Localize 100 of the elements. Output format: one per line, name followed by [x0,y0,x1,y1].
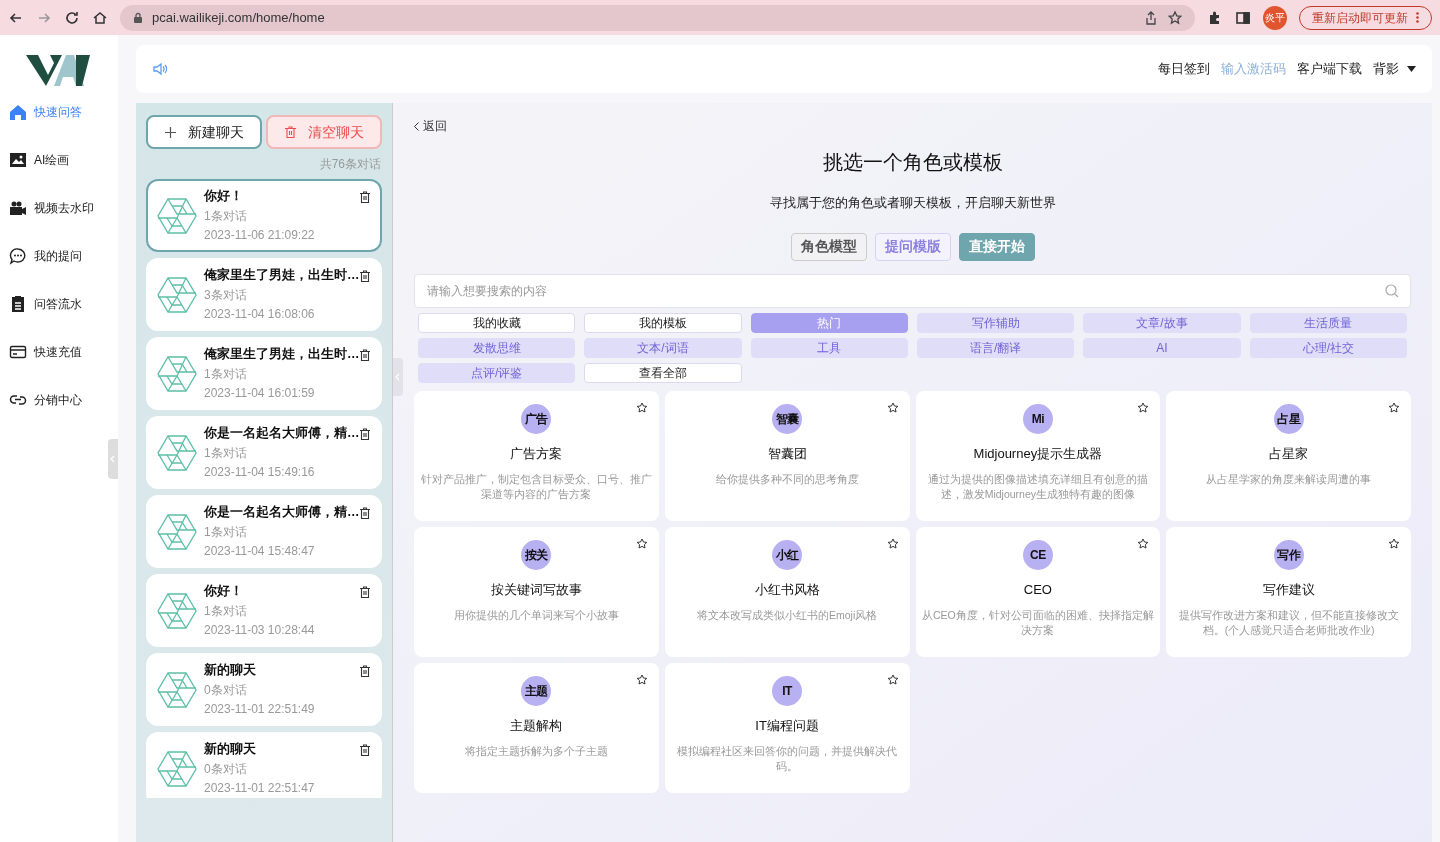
category-tag[interactable]: 我的模板 [584,312,742,333]
star-icon[interactable] [1388,537,1400,550]
template-title: 广告方案 [510,444,563,463]
video-camera-icon [9,199,27,217]
trash-icon[interactable] [360,190,370,203]
star-icon[interactable] [886,401,899,414]
sidebar-item[interactable]: AI绘画 [9,146,118,174]
chat-item[interactable]: 你好！ 1条对话 2023-11-03 10:28:44 [146,574,382,647]
category-tag[interactable]: 文章/故事 [1083,312,1241,333]
lock-icon [132,11,144,24]
category-tag[interactable]: 文本/词语 [584,337,742,358]
template-title: 写作建议 [1262,580,1315,599]
chat-item[interactable]: 俺家里生了男娃，出生时… 1条对话 2023-11-04 16:01:59 [146,337,382,410]
template-card[interactable]: 主题 主题解构 将指定主题拆解为多个子主题 [414,662,659,793]
template-card[interactable]: 写作 写作建议 提供写作改进方案和建议，但不能直接修改文档。(个人感觉只适合老师批改作业) [1166,526,1411,657]
category-tag[interactable]: 工具 [750,337,908,358]
category-tag[interactable]: 发散思维 [418,337,576,358]
trash-icon[interactable] [360,743,370,756]
chat-message-count: 0条对话 [204,681,248,699]
trash-icon[interactable] [360,664,370,677]
category-tag[interactable]: 语言/翻译 [917,337,1075,358]
profile-avatar[interactable]: 炎平 [1263,5,1287,30]
chat-message-count: 1条对话 [204,365,248,383]
new-chat-button[interactable]: 新建聊天 [146,115,262,149]
template-card[interactable]: IT IT编程问题 模拟编程社区来回答你的问题，并提供解决代码。 [664,662,910,793]
category-tag[interactable]: 查看全部 [584,362,742,383]
home-icon[interactable] [92,9,108,26]
sidebar-item[interactable]: 快速充值 [9,338,118,366]
star-icon[interactable] [886,537,899,550]
chat-time: 2023-11-04 16:08:06 [204,305,316,323]
star-icon[interactable] [1137,537,1150,550]
star-icon[interactable] [1167,9,1183,26]
chat-message-count: 1条对话 [204,444,248,462]
category-tag[interactable]: 点评/评鉴 [418,362,576,383]
trash-icon[interactable] [360,506,370,519]
category-tag[interactable]: AI [1083,337,1241,358]
sidebar-icon[interactable] [1235,9,1251,26]
collapse-handle[interactable] [108,439,118,479]
category-tag[interactable]: 我的收藏 [418,312,576,333]
share-icon[interactable] [1143,9,1159,26]
template-card[interactable]: Mi Midjourney提示生成器 通过为提供的图像描述填充详细且有创意的描述，激发Midjourney生成独特有趣的图像 [915,390,1161,521]
trash-icon[interactable] [360,585,370,598]
page-subtitle: 寻找属于您的角色或者聊天模板，开启聊天新世界 [769,194,1056,212]
sidebar-item[interactable]: 问答流水 [9,290,118,318]
sidebar-item[interactable]: 我的提问 [9,242,118,270]
plus-icon [164,126,176,138]
sidebar-item[interactable]: 分销中心 [9,386,118,414]
mode-button[interactable]: 角色模型 [790,232,867,261]
chat-item[interactable]: 新的聊天 0条对话 2023-11-01 22:51:47 [146,732,382,798]
star-icon[interactable] [635,537,648,550]
template-card[interactable]: 广告 广告方案 针对产品推广，制定包含目标受众、口号、推广渠道等内容的广告方案 [414,390,659,521]
chat-time: 2023-11-04 16:01:59 [204,384,316,402]
star-icon[interactable] [1388,401,1400,414]
template-card[interactable]: 按关 按关键词写故事 用你提供的几个单词来写个小故事 [414,526,659,657]
star-icon[interactable] [1137,401,1150,414]
hexagon-logo-icon [157,749,197,788]
collapse-handle[interactable] [393,358,403,396]
chat-title: 新的聊天 [204,741,257,759]
reload-icon[interactable] [64,9,80,26]
template-description: 给你提供多种不同的思考角度 [715,472,859,487]
speaker-icon[interactable] [152,61,168,77]
search-field[interactable]: 请输入想要搜索的内容 [414,273,1411,308]
trash-icon[interactable] [360,348,370,361]
template-card[interactable]: 智囊 智囊团 给你提供多种不同的思考角度 [664,390,910,521]
trash-icon[interactable] [360,269,370,282]
sidebar-item[interactable]: 视频去水印 [9,194,118,222]
star-icon[interactable] [635,673,648,686]
trash-icon[interactable] [360,427,370,440]
star-icon[interactable] [635,401,648,414]
star-icon[interactable] [886,673,899,686]
more-icon [1416,12,1419,23]
back-link[interactable]: 返回 [414,117,447,135]
chat-time: 2023-11-06 21:09:22 [204,226,316,244]
template-title: 按关键词写故事 [490,580,582,599]
chat-title: 你好！ [204,188,244,206]
chat-item[interactable]: 你是一名起名大师傅，精… 1条对话 2023-11-04 15:49:16 [146,416,382,489]
header-link[interactable]: 每日签到 [1158,59,1210,79]
template-card[interactable]: CE CEO 从CEO角度，针对公司面临的困难、抉择指定解决方案 [915,526,1161,657]
chat-item[interactable]: 你好！ 1条对话 2023-11-06 21:09:22 [146,179,382,252]
template-card[interactable]: 占星 占星家 从占星学家的角度来解读周遭的事 [1166,390,1411,521]
chat-item[interactable]: 新的聊天 0条对话 2023-11-01 22:51:49 [146,653,382,726]
template-description: 从占星学家的角度来解读周遭的事 [1206,472,1372,487]
header-link[interactable]: 客户端下载 [1297,59,1362,79]
template-card[interactable]: 小红 小红书风格 将文本改写成类似小红书的Emoji风格 [664,526,910,657]
hexagon-logo-icon [157,591,197,630]
category-tag[interactable]: 写作辅助 [917,312,1075,333]
category-tag[interactable]: 生活质量 [1249,312,1407,333]
header-link[interactable]: 背影 [1373,59,1416,79]
chat-time: 2023-11-04 15:48:47 [204,542,316,560]
caret-icon [1407,66,1416,72]
chat-message-count: 1条对话 [204,207,248,225]
address-bar[interactable]: pcai.wailikeji.com/home/home [120,4,1195,31]
chat-item[interactable]: 你是一名起名大师傅，精… 1条对话 2023-11-04 15:48:47 [146,495,382,568]
hexagon-logo-icon [157,275,197,314]
category-tag[interactable]: 心理/社交 [1249,337,1407,358]
chat-item[interactable]: 俺家里生了男娃，出生时… 3条对话 2023-11-04 16:08:06 [146,258,382,331]
template-title: 小红书风格 [754,580,820,599]
trash-icon [284,126,296,138]
sidebar-item[interactable]: 快速问答 [9,98,118,126]
logo [24,52,92,88]
